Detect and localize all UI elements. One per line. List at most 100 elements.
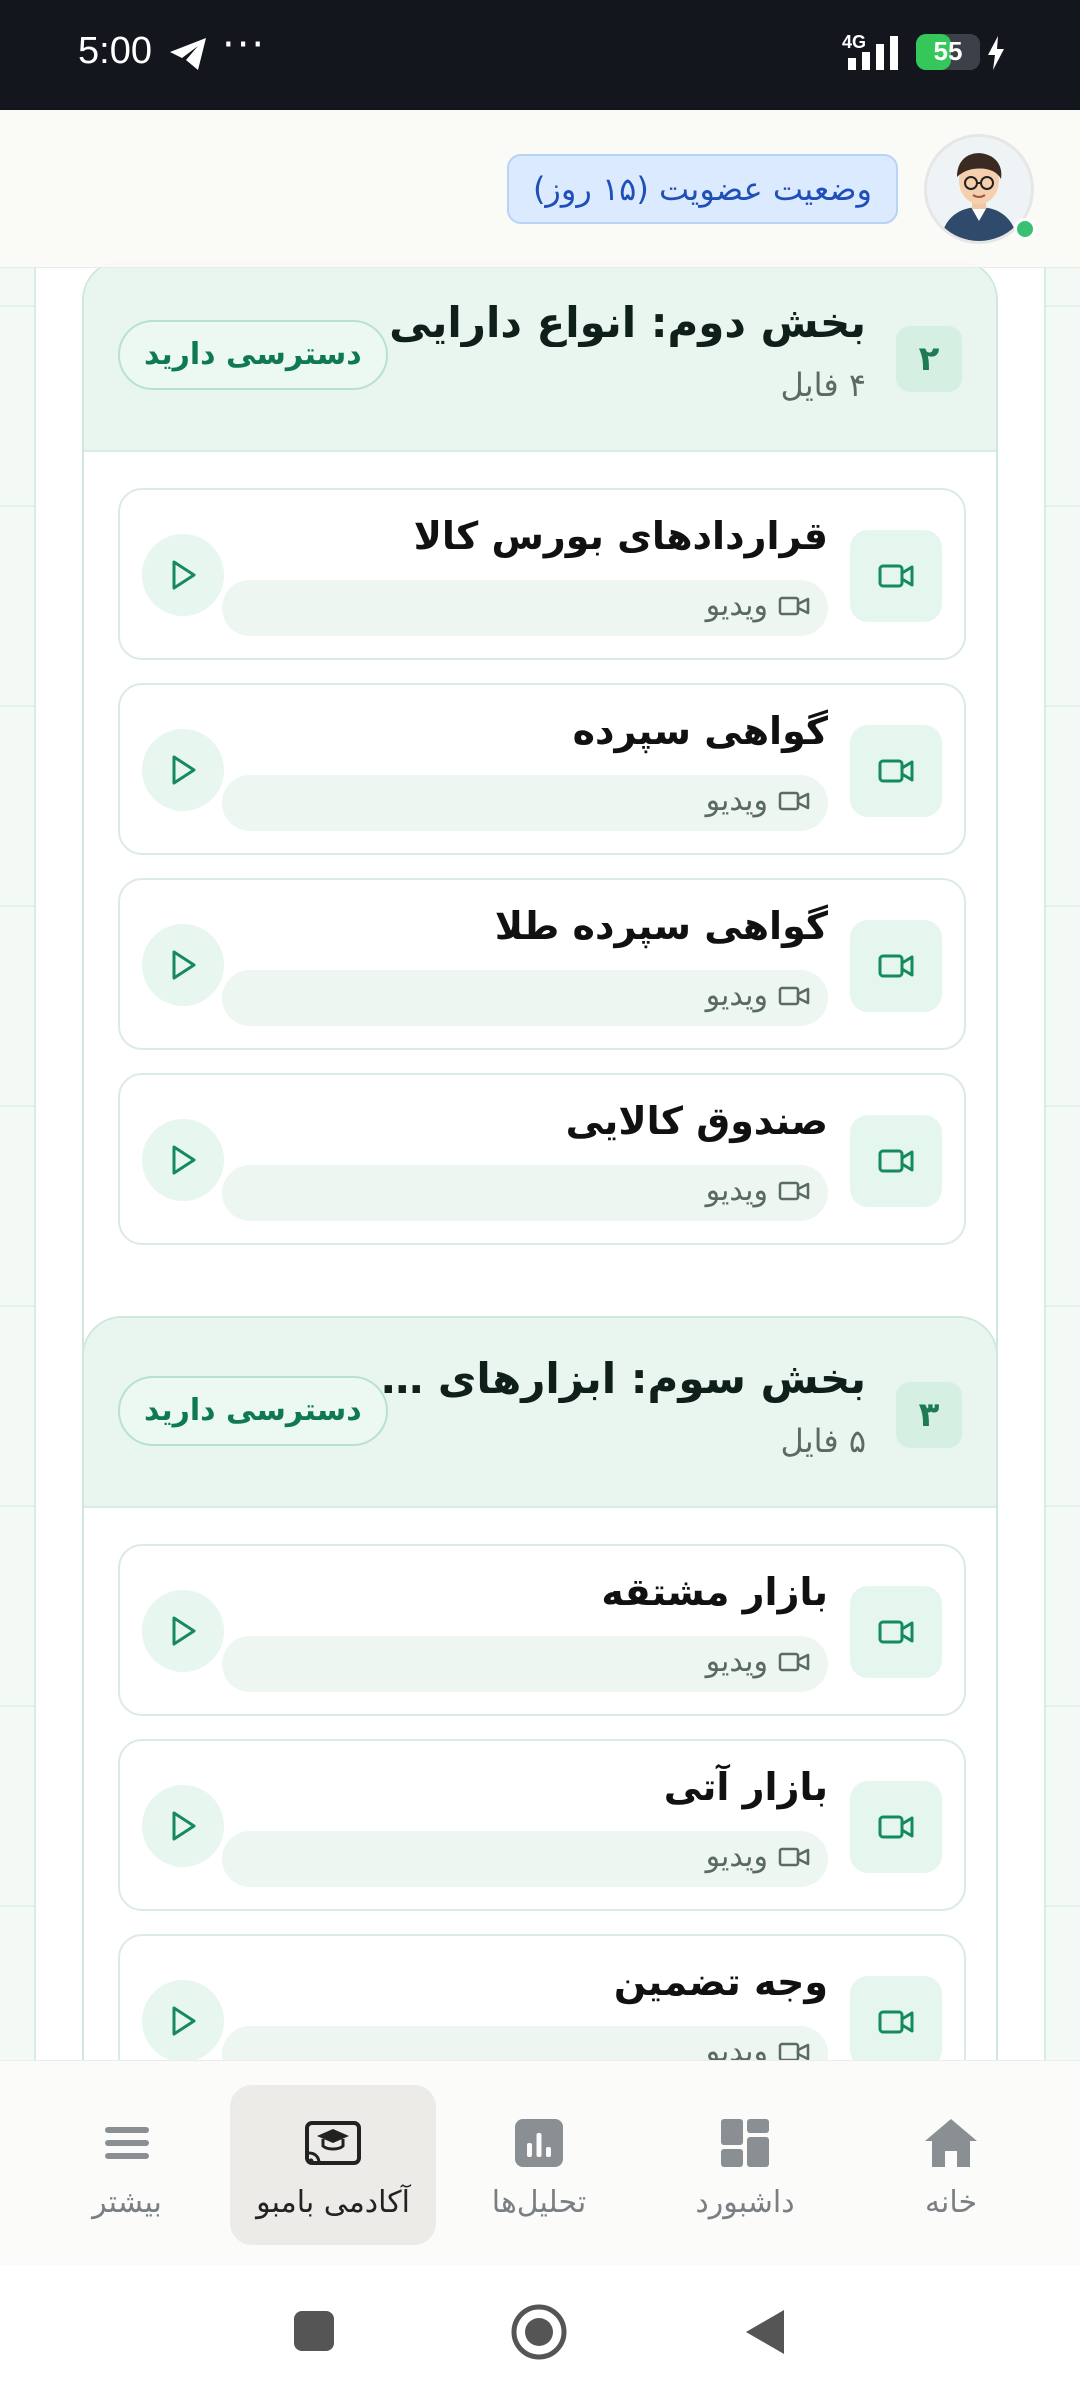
lesson-meta: ویدیو bbox=[222, 2026, 828, 2060]
charging-icon bbox=[988, 36, 1004, 70]
course-section: ۲ بخش دوم: انواع دارایی ۴ فایل دسترسی دا… bbox=[82, 260, 998, 1388]
nav-label: خانه bbox=[924, 2185, 978, 2220]
nav-item-analysis[interactable]: تحلیل‌ها bbox=[436, 2085, 642, 2245]
nav-item-academy[interactable]: آکادمی بامبو bbox=[230, 2085, 436, 2245]
lesson-item[interactable]: صندوق کالایی ویدیو bbox=[118, 1073, 966, 1245]
play-icon bbox=[172, 1145, 196, 1175]
play-button[interactable] bbox=[142, 924, 224, 1006]
menu-icon bbox=[105, 2127, 149, 2159]
nav-label: بیشتر bbox=[92, 2185, 162, 2220]
section-number: ۳ bbox=[896, 1382, 962, 1448]
lesson-meta: ویدیو bbox=[222, 775, 828, 831]
video-camera-icon bbox=[850, 1586, 942, 1678]
play-button[interactable] bbox=[142, 534, 224, 616]
section-number: ۲ bbox=[896, 326, 962, 392]
academy-cast-icon bbox=[305, 2121, 361, 2165]
lesson-meta: ویدیو bbox=[222, 970, 828, 1026]
lesson-type: ویدیو bbox=[705, 588, 768, 623]
status-time: 5:00 bbox=[78, 30, 152, 72]
play-button[interactable] bbox=[142, 1785, 224, 1867]
video-camera-icon bbox=[850, 530, 942, 622]
content-area[interactable]: ۲ بخش دوم: انواع دارایی ۴ فایل دسترسی دا… bbox=[0, 110, 1080, 2060]
play-icon bbox=[172, 560, 196, 590]
chart-icon bbox=[515, 2119, 563, 2167]
lesson-type: ویدیو bbox=[705, 978, 768, 1013]
access-badge: دسترسی دارید bbox=[118, 320, 388, 390]
nav-label: داشبورد bbox=[695, 2185, 795, 2220]
system-navigation-bar bbox=[0, 2265, 1080, 2400]
video-icon bbox=[778, 2042, 810, 2060]
back-button[interactable] bbox=[742, 2307, 788, 2357]
recents-button[interactable] bbox=[292, 2309, 336, 2353]
lesson-title: صندوق کالایی bbox=[565, 1099, 828, 1143]
section-header[interactable]: ۲ بخش دوم: انواع دارایی ۴ فایل دسترسی دا… bbox=[84, 262, 996, 452]
video-icon bbox=[778, 1652, 810, 1671]
lesson-meta: ویدیو bbox=[222, 1636, 828, 1692]
play-icon bbox=[172, 1811, 196, 1841]
lesson-meta: ویدیو bbox=[222, 1831, 828, 1887]
lesson-item[interactable]: وجه تضمین ویدیو bbox=[118, 1934, 966, 2060]
lesson-type: ویدیو bbox=[705, 783, 768, 818]
nav-item-dashboard[interactable]: داشبورد bbox=[642, 2085, 848, 2245]
lesson-title: وجه تضمین bbox=[613, 1960, 828, 2004]
home-icon bbox=[925, 2119, 977, 2167]
lesson-type: ویدیو bbox=[705, 1839, 768, 1874]
play-button[interactable] bbox=[142, 1590, 224, 1672]
home-button[interactable] bbox=[510, 2303, 568, 2361]
online-status-dot bbox=[1014, 218, 1036, 240]
membership-status-badge[interactable]: وضعیت عضویت (۱۵ روز) bbox=[506, 154, 898, 224]
lesson-title: گواهی سپرده bbox=[572, 709, 828, 753]
nav-label: تحلیل‌ها bbox=[491, 2185, 587, 2220]
lesson-item[interactable]: گواهی سپرده طلا ویدیو bbox=[118, 878, 966, 1050]
play-button[interactable] bbox=[142, 1980, 224, 2060]
lesson-type: ویدیو bbox=[705, 2034, 768, 2060]
status-bar: 5:00 ··· 4G 55 bbox=[0, 0, 1080, 110]
lesson-meta: ویدیو bbox=[222, 580, 828, 636]
dashboard-icon bbox=[721, 2119, 769, 2167]
play-icon bbox=[172, 950, 196, 980]
signal-icon bbox=[848, 36, 898, 70]
lesson-title: گواهی سپرده طلا bbox=[494, 904, 828, 948]
video-icon bbox=[778, 1181, 810, 1200]
video-icon bbox=[778, 1847, 810, 1866]
section-header[interactable]: ۳ بخش سوم: ابزارهای م... ۵ فایل دسترسی د… bbox=[84, 1318, 996, 1508]
play-button[interactable] bbox=[142, 729, 224, 811]
section-file-count: ۵ فایل bbox=[780, 1422, 866, 1460]
more-notifications-icon: ··· bbox=[222, 22, 267, 68]
course-section: ۳ بخش سوم: ابزارهای م... ۵ فایل دسترسی د… bbox=[82, 1316, 998, 2060]
play-icon bbox=[172, 755, 196, 785]
lesson-title: قراردادهای بورس کالا bbox=[413, 514, 828, 558]
video-camera-icon bbox=[850, 1115, 942, 1207]
section-title: بخش دوم: انواع دارایی bbox=[389, 298, 866, 347]
video-camera-icon bbox=[850, 1976, 942, 2060]
section-file-count: ۴ فایل bbox=[780, 366, 866, 404]
bottom-navigation: بیشتر آکادمی بامبو تحلیل‌ها داشبورد bbox=[0, 2060, 1080, 2265]
play-button[interactable] bbox=[142, 1119, 224, 1201]
video-icon bbox=[778, 791, 810, 810]
lesson-meta: ویدیو bbox=[222, 1165, 828, 1221]
nav-item-home[interactable]: خانه bbox=[848, 2085, 1054, 2245]
video-camera-icon bbox=[850, 920, 942, 1012]
nav-item-more[interactable]: بیشتر bbox=[24, 2085, 230, 2245]
video-icon bbox=[778, 596, 810, 615]
video-camera-icon bbox=[850, 725, 942, 817]
nav-label: آکادمی بامبو bbox=[256, 2185, 410, 2220]
lesson-item[interactable]: قراردادهای بورس کالا ویدیو bbox=[118, 488, 966, 660]
lesson-type: ویدیو bbox=[705, 1173, 768, 1208]
battery-icon: 55 bbox=[916, 34, 980, 70]
section-title: بخش سوم: ابزارهای م... bbox=[366, 1354, 866, 1403]
battery-level: 55 bbox=[933, 36, 963, 66]
access-badge: دسترسی دارید bbox=[118, 1376, 388, 1446]
top-header: وضعیت عضویت (۱۵ روز) bbox=[0, 110, 1080, 268]
video-icon bbox=[778, 986, 810, 1005]
lesson-item[interactable]: بازار آتی ویدیو bbox=[118, 1739, 966, 1911]
lesson-type: ویدیو bbox=[705, 1644, 768, 1679]
play-icon bbox=[172, 1616, 196, 1646]
lesson-item[interactable]: بازار مشتقه ویدیو bbox=[118, 1544, 966, 1716]
lesson-item[interactable]: گواهی سپرده ویدیو bbox=[118, 683, 966, 855]
lesson-title: بازار مشتقه bbox=[601, 1570, 828, 1614]
video-camera-icon bbox=[850, 1781, 942, 1873]
telegram-icon bbox=[170, 38, 206, 70]
play-icon bbox=[172, 2006, 196, 2036]
lesson-title: بازار آتی bbox=[663, 1765, 828, 1809]
